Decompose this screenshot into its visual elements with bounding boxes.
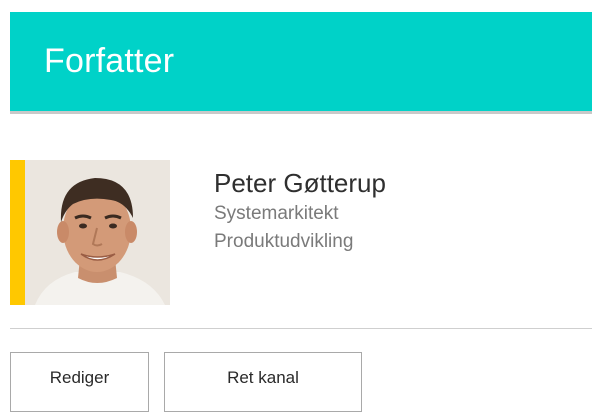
divider bbox=[10, 328, 592, 329]
author-job-title: Systemarkitekt bbox=[214, 203, 339, 224]
author-card: Peter Gøtterup Systemarkitekt Produktudv… bbox=[10, 160, 592, 305]
person-photo-icon bbox=[25, 160, 170, 305]
accent-bar bbox=[10, 160, 25, 305]
section-title: Forfatter bbox=[44, 42, 175, 80]
author-name: Peter Gøtterup bbox=[214, 168, 386, 198]
section-header: Forfatter bbox=[10, 12, 592, 114]
change-channel-button[interactable]: Ret kanal bbox=[164, 352, 362, 412]
author-department: Produktudvikling bbox=[214, 231, 354, 252]
edit-button[interactable]: Rediger bbox=[10, 352, 149, 412]
author-photo bbox=[25, 160, 170, 305]
